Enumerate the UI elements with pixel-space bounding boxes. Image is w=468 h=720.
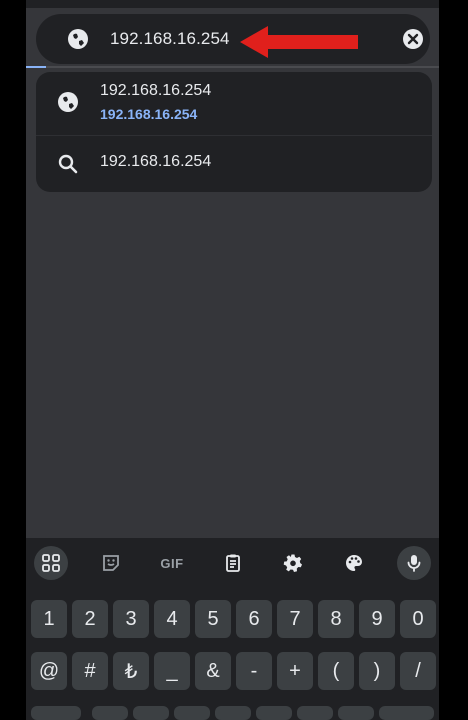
key-3[interactable]: 3 [113, 600, 149, 638]
suggestion-list: 192.168.16.254 192.168.16.254 192.168.16… [36, 72, 432, 192]
suggestion-item[interactable]: 192.168.16.254 [36, 136, 432, 192]
partial-key-row [26, 706, 439, 720]
key-9[interactable]: 9 [359, 600, 395, 638]
on-screen-keyboard: GIF 1 2 3 4 5 6 7 8 9 0 @ # ₺ _ & - + (… [26, 538, 439, 720]
microphone-icon[interactable] [397, 546, 431, 580]
clipboard-icon[interactable] [216, 546, 250, 580]
key-ampersand[interactable]: & [195, 652, 231, 690]
settings-gear-icon[interactable] [276, 546, 310, 580]
key-close-paren[interactable]: ) [359, 652, 395, 690]
key[interactable] [174, 706, 210, 720]
symbol-key-row: @ # ₺ _ & - + ( ) / [26, 652, 439, 690]
globe-icon [68, 29, 88, 49]
key[interactable] [379, 706, 434, 720]
theme-palette-icon[interactable] [337, 546, 371, 580]
number-key-row: 1 2 3 4 5 6 7 8 9 0 [26, 600, 439, 638]
key-open-paren[interactable]: ( [318, 652, 354, 690]
suggestion-title: 192.168.16.254 [100, 153, 212, 170]
key-at[interactable]: @ [31, 652, 67, 690]
suggestion-url: 192.168.16.254 [100, 106, 198, 122]
key[interactable] [92, 706, 128, 720]
status-strip [26, 0, 439, 8]
gif-button[interactable]: GIF [155, 546, 189, 580]
annotation-arrow [240, 26, 358, 58]
search-icon [58, 154, 78, 174]
url-text[interactable]: 192.168.16.254 [110, 29, 230, 49]
key-hash[interactable]: # [72, 652, 108, 690]
clear-icon[interactable] [402, 28, 424, 50]
chrome-screen: 192.168.16.254 192.168.16.254 192.168.16… [26, 0, 439, 720]
key[interactable] [338, 706, 374, 720]
key-2[interactable]: 2 [72, 600, 108, 638]
keyboard-toolbar: GIF [26, 538, 439, 588]
key[interactable] [256, 706, 292, 720]
sticker-icon[interactable] [94, 546, 128, 580]
key-7[interactable]: 7 [277, 600, 313, 638]
load-progress-bar [26, 66, 439, 68]
key[interactable] [297, 706, 333, 720]
suggestion-title: 192.168.16.254 [100, 82, 212, 99]
key-lira[interactable]: ₺ [113, 652, 149, 690]
omnibox[interactable]: 192.168.16.254 [36, 14, 430, 64]
key[interactable] [133, 706, 169, 720]
key-4[interactable]: 4 [154, 600, 190, 638]
key-1[interactable]: 1 [31, 600, 67, 638]
globe-icon [58, 92, 78, 112]
key-slash[interactable]: / [400, 652, 436, 690]
key-underscore[interactable]: _ [154, 652, 190, 690]
apps-grid-icon[interactable] [34, 546, 68, 580]
suggestion-item[interactable]: 192.168.16.254 192.168.16.254 [36, 72, 432, 136]
key[interactable] [215, 706, 251, 720]
key-6[interactable]: 6 [236, 600, 272, 638]
key-0[interactable]: 0 [400, 600, 436, 638]
key-minus[interactable]: - [236, 652, 272, 690]
key[interactable] [31, 706, 81, 720]
key-8[interactable]: 8 [318, 600, 354, 638]
key-5[interactable]: 5 [195, 600, 231, 638]
key-plus[interactable]: + [277, 652, 313, 690]
